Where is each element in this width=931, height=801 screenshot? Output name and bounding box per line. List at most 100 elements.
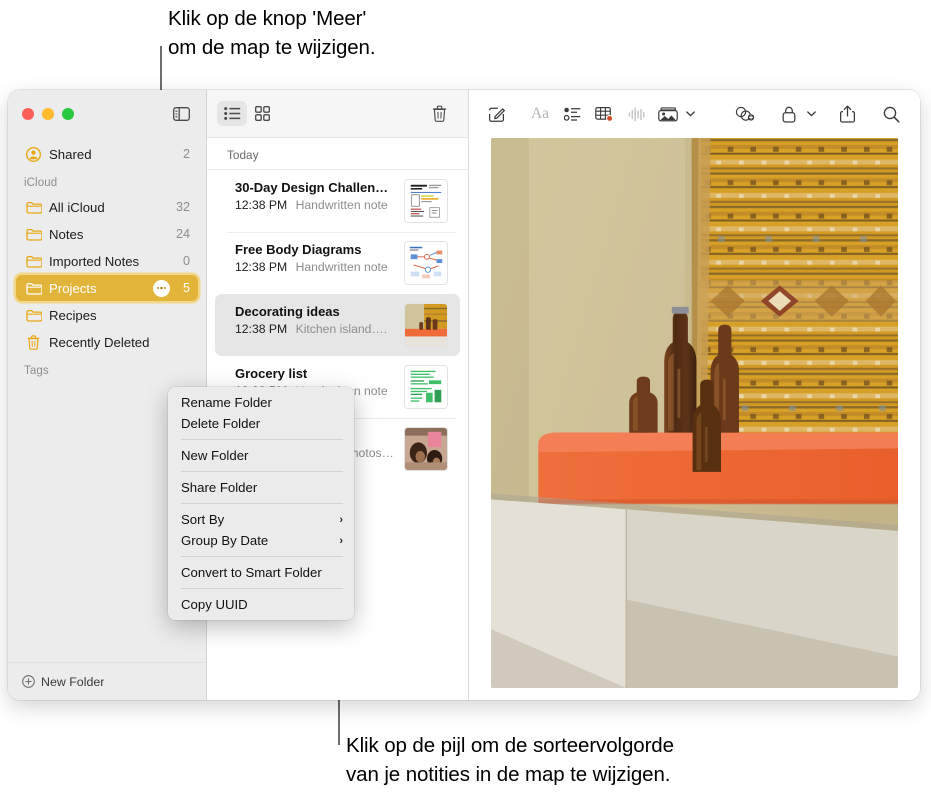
format-text-icon[interactable]: Aa: [525, 101, 555, 127]
sidebar-toolbar: [8, 90, 206, 138]
menu-item-convert-to-smart-folder[interactable]: Convert to Smart Folder: [168, 562, 354, 583]
note-detail-column: Aa: [469, 90, 920, 700]
audio-icon: [621, 101, 651, 127]
menu-separator: [181, 471, 343, 472]
note-time: 12:38 PM: [235, 198, 288, 212]
note-thumbnail: [404, 241, 448, 285]
note-thumbnail: [404, 365, 448, 409]
menu-item-label: Convert to Smart Folder: [181, 565, 322, 580]
sidebar-item-notes[interactable]: Notes 24: [16, 221, 198, 247]
sidebar-item-count: 2: [182, 147, 190, 161]
menu-separator: [181, 503, 343, 504]
search-icon[interactable]: [876, 101, 906, 127]
folder-icon: [25, 199, 42, 216]
media-icon[interactable]: [653, 101, 683, 127]
close-window-button[interactable]: [22, 108, 34, 120]
chevron-down-icon[interactable]: [804, 101, 818, 127]
chevron-right-icon: ›: [339, 513, 343, 526]
sidebar-item-label: Recipes: [49, 307, 97, 323]
callout-top-text: Klik op de knop 'Meer' om de map te wijz…: [168, 7, 376, 59]
delete-note-button[interactable]: [424, 101, 454, 126]
menu-separator: [181, 439, 343, 440]
notes-group-header: Today: [207, 138, 468, 170]
sidebar-item-label: Imported Notes: [49, 253, 140, 269]
menu-item-label: Delete Folder: [181, 416, 261, 431]
more-button[interactable]: [152, 279, 170, 297]
sidebar-item-recipes[interactable]: Recipes: [16, 302, 198, 328]
trash-icon: [25, 334, 42, 351]
menu-item-label: Group By Date: [181, 533, 269, 548]
sidebar-item-projects[interactable]: Projects 5: [16, 275, 198, 301]
note-title: Decorating ideas: [235, 304, 340, 319]
folder-icon: [25, 253, 42, 270]
chevron-down-icon[interactable]: [683, 101, 697, 127]
sidebar-item-label: All iCloud: [49, 199, 105, 215]
minimize-window-button[interactable]: [42, 108, 54, 120]
sidebar-item-all-icloud[interactable]: All iCloud 32: [16, 194, 198, 220]
table-icon[interactable]: [589, 101, 619, 127]
sidebar-item-label: Notes: [49, 226, 84, 242]
note-subtitle: Handwritten note: [295, 198, 388, 212]
sidebar-item-shared[interactable]: Shared 2: [16, 141, 198, 167]
new-folder-button[interactable]: New Folder: [8, 662, 206, 700]
sidebar-section-tags: Tags: [24, 365, 49, 377]
sidebar-item-label: Projects: [49, 280, 97, 296]
folder-icon: [25, 307, 42, 324]
sidebar-item-imported-notes[interactable]: Imported Notes 0: [16, 248, 198, 274]
menu-item-label: Copy UUID: [181, 597, 248, 612]
folder-icon: [25, 280, 42, 297]
interior-photo: [491, 138, 898, 688]
sidebar-item-count: 24: [175, 227, 190, 241]
menu-item-share-folder[interactable]: Share Folder: [168, 477, 354, 498]
note-time: 12:38 PM: [235, 260, 288, 274]
sidebar-item-label: Recently Deleted: [49, 334, 150, 350]
shared-person-icon: [25, 146, 42, 163]
note-thumbnail: [404, 179, 448, 223]
note-thumbnail: [404, 427, 448, 471]
traffic-lights: [22, 108, 74, 120]
checklist-icon[interactable]: [557, 101, 587, 127]
gallery-view-button[interactable]: [247, 101, 277, 126]
new-folder-label: New Folder: [41, 674, 105, 689]
note-title: Grocery list: [235, 366, 308, 381]
note-photo-area: [469, 138, 920, 700]
list-view-button[interactable]: [217, 101, 247, 126]
callout-bottom-text: Klik op de pijl om de sorteervolgorde va…: [346, 734, 674, 786]
sidebar-item-count: 5: [182, 281, 190, 295]
notes-app-window: Shared 2 iCloud All iCloud 32 Notes 24 I…: [8, 90, 920, 700]
plus-circle-icon: [22, 675, 35, 688]
maximize-window-button[interactable]: [62, 108, 74, 120]
menu-item-label: Share Folder: [181, 480, 258, 495]
chevron-right-icon: ›: [339, 534, 343, 547]
folder-icon: [25, 226, 42, 243]
list-item[interactable]: Decorating ideas 12:38 PM Kitchen island…: [215, 294, 460, 356]
sidebar-item-recently-deleted[interactable]: Recently Deleted: [16, 329, 198, 355]
folder-context-menu[interactable]: Rename Folder Delete Folder New Folder S…: [168, 387, 354, 620]
sidebar-item-count: 32: [175, 200, 190, 214]
note-time: 12:38 PM: [235, 322, 288, 336]
share-icon[interactable]: [832, 101, 862, 127]
sidebar-item-label: Shared: [49, 146, 92, 162]
note-detail-toolbar: Aa: [469, 90, 920, 138]
menu-item-copy-uuid[interactable]: Copy UUID: [168, 594, 354, 615]
lock-icon[interactable]: [774, 101, 804, 127]
list-item[interactable]: 30-Day Design Challen… 12:38 PM Handwrit…: [215, 170, 460, 232]
menu-item-label: Sort By: [181, 512, 225, 527]
markup-icon[interactable]: [730, 101, 760, 127]
menu-item-new-folder[interactable]: New Folder: [168, 445, 354, 466]
menu-item-sort-by[interactable]: Sort By ›: [168, 509, 354, 530]
sidebar-item-count: 0: [182, 254, 190, 268]
note-subtitle: Kitchen island….: [295, 322, 388, 336]
menu-item-rename-folder[interactable]: Rename Folder: [168, 392, 354, 413]
menu-item-delete-folder[interactable]: Delete Folder: [168, 413, 354, 434]
menu-item-label: Rename Folder: [181, 395, 272, 410]
notes-list-toolbar: [207, 90, 468, 138]
list-item[interactable]: Free Body Diagrams 12:38 PM Handwritten …: [215, 232, 460, 294]
compose-icon[interactable]: [481, 101, 511, 127]
sidebar-toggle-icon[interactable]: [170, 103, 192, 125]
note-title: 30-Day Design Challen…: [235, 180, 389, 195]
note-title: Free Body Diagrams: [235, 242, 362, 257]
menu-separator: [181, 556, 343, 557]
menu-item-group-by-date[interactable]: Group By Date ›: [168, 530, 354, 551]
menu-item-label: New Folder: [181, 448, 249, 463]
